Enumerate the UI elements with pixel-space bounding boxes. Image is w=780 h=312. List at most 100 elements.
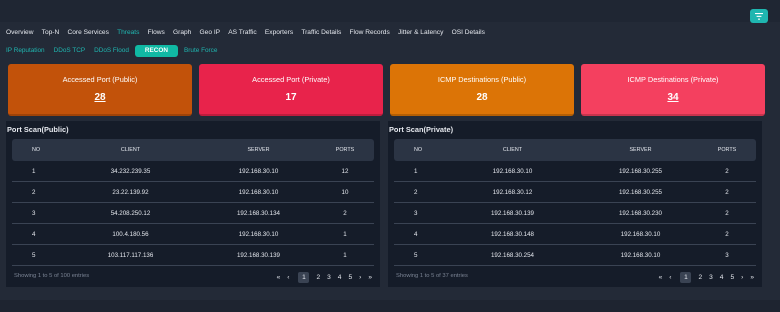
col-client-header[interactable]: CLIENT: [64, 147, 197, 153]
table-row: 3 192.168.30.139 192.168.30.230 2: [394, 203, 756, 224]
col-ports-header[interactable]: PORTS: [702, 147, 752, 153]
cell-ports: 1: [343, 230, 347, 238]
page-5-button[interactable]: 5: [348, 274, 352, 281]
page-3-button[interactable]: 3: [709, 274, 713, 281]
table-row: 2 23.22.139.92 192.168.30.10 10: [12, 182, 374, 203]
cell-server: 192.168.30.255: [618, 167, 662, 175]
card-accessed-port-private: Accessed Port (Private) 17: [199, 64, 383, 116]
cell-no: 2: [414, 188, 418, 196]
page-1-button[interactable]: 1: [298, 272, 310, 283]
cell-server: 192.168.30.10: [238, 167, 279, 175]
tab-core-services[interactable]: Core Services: [67, 29, 108, 36]
col-server-header[interactable]: SERVER: [197, 147, 320, 153]
card-value-link[interactable]: 28: [94, 92, 105, 103]
filter-icon: [755, 12, 763, 20]
col-ports-header[interactable]: PORTS: [320, 147, 370, 153]
tab-top-n[interactable]: Top-N: [42, 29, 60, 36]
tab-jitter-latency[interactable]: Jitter & Latency: [398, 29, 443, 36]
table-row: 5 103.117.117.136 192.168.30.139 1: [12, 245, 374, 266]
cell-client: 54.208.250.12: [110, 209, 151, 217]
cell-no: 4: [414, 230, 418, 238]
page-next-button[interactable]: ›: [741, 274, 743, 281]
card-title: Accessed Port (Private): [252, 75, 330, 84]
card-value-link[interactable]: 34: [667, 92, 678, 103]
cell-ports: 10: [341, 188, 349, 196]
page-first-button[interactable]: «: [659, 274, 663, 281]
cell-server: 192.168.30.230: [618, 209, 662, 217]
page-next-button[interactable]: ›: [359, 274, 361, 281]
page-2-button[interactable]: 2: [698, 274, 702, 281]
page-1-button[interactable]: 1: [680, 272, 692, 283]
pagination: « ‹ 1 2 3 4 5 › »: [652, 272, 754, 283]
cell-server: 192.168.30.10: [238, 230, 279, 238]
cell-ports: 2: [343, 209, 347, 217]
cell-ports: 2: [725, 230, 729, 238]
cell-client: 192.168.30.139: [490, 209, 534, 217]
table-row: 4 192.168.30.148 192.168.30.10 2: [394, 224, 756, 245]
tab-osi-details[interactable]: OSI Details: [452, 29, 485, 36]
port-scan-private-panel: Port Scan(Private) NO CLIENT SERVER PORT…: [388, 121, 762, 287]
tab-graph[interactable]: Graph: [173, 29, 191, 36]
page-footer-strip: [0, 300, 780, 312]
cell-client: 100.4.180.56: [112, 230, 149, 238]
page-5-button[interactable]: 5: [730, 274, 734, 281]
table-header: NO CLIENT SERVER PORTS: [394, 139, 756, 161]
page-prev-button[interactable]: ‹: [669, 274, 671, 281]
col-no-header[interactable]: NO: [394, 147, 446, 153]
cell-no: 3: [414, 209, 418, 217]
cell-no: 4: [32, 230, 36, 238]
col-no-header[interactable]: NO: [12, 147, 64, 153]
subtab-ddos-tcp[interactable]: DDoS TCP: [54, 45, 86, 56]
card-title: Accessed Port (Public): [62, 75, 138, 84]
page-last-button[interactable]: »: [750, 274, 754, 281]
cell-client: 23.22.139.92: [112, 188, 149, 196]
card-value: 28: [476, 92, 488, 103]
card-accessed-port-public: Accessed Port (Public) 28: [8, 64, 192, 116]
tab-flows[interactable]: Flows: [148, 29, 165, 36]
tab-traffic-details[interactable]: Traffic Details: [301, 29, 341, 36]
filter-button[interactable]: [750, 9, 768, 23]
cell-client: 103.117.117.136: [107, 251, 154, 259]
card-title: ICMP Destinations (Public): [437, 75, 527, 84]
subtab-recon[interactable]: RECON: [134, 44, 179, 57]
cell-no: 1: [32, 167, 36, 175]
table-row: 3 54.208.250.12 192.168.30.134 2: [12, 203, 374, 224]
page-2-button[interactable]: 2: [316, 274, 320, 281]
subtab-ip-reputation[interactable]: IP Reputation: [6, 45, 45, 56]
subtab-brute-force[interactable]: Brute Force: [184, 45, 217, 56]
tab-as-traffic[interactable]: AS Traffic: [228, 29, 256, 36]
tab-threats[interactable]: Threats: [117, 29, 139, 36]
cell-server: 192.168.30.134: [236, 209, 280, 217]
tab-geo-ip[interactable]: Geo IP: [200, 29, 221, 36]
tab-overview[interactable]: Overview: [6, 29, 33, 36]
card-value: 17: [285, 92, 297, 103]
threat-sub-nav: IP Reputation DDoS TCP DDoS Flood RECON …: [0, 44, 226, 57]
card-icmp-destinations-private: ICMP Destinations (Private) 34: [581, 64, 765, 116]
page-3-button[interactable]: 3: [327, 274, 331, 281]
cell-server: 192.168.30.10: [620, 230, 661, 238]
cell-ports: 2: [725, 188, 729, 196]
cell-ports: 2: [725, 167, 729, 175]
cell-no: 5: [414, 251, 418, 259]
tab-flow-records[interactable]: Flow Records: [349, 29, 389, 36]
page-last-button[interactable]: »: [368, 274, 372, 281]
cell-no: 5: [32, 251, 36, 259]
page-4-button[interactable]: 4: [720, 274, 724, 281]
page-first-button[interactable]: «: [277, 274, 281, 281]
page-4-button[interactable]: 4: [338, 274, 342, 281]
cell-no: 2: [32, 188, 36, 196]
card-title: ICMP Destinations (Private): [627, 75, 719, 84]
cell-ports: 3: [725, 251, 729, 259]
col-client-header[interactable]: CLIENT: [446, 147, 579, 153]
cell-client: 192.168.30.148: [490, 230, 534, 238]
entries-info: Showing 1 to 5 of 37 entries: [396, 273, 468, 279]
table-row: 1 192.168.30.10 192.168.30.255 2: [394, 161, 756, 182]
page-prev-button[interactable]: ‹: [287, 274, 289, 281]
cell-server: 192.168.30.139: [236, 251, 280, 259]
cell-server: 192.168.30.10: [620, 251, 661, 259]
col-server-header[interactable]: SERVER: [579, 147, 702, 153]
cell-server: 192.168.30.255: [618, 188, 662, 196]
tab-exporters[interactable]: Exporters: [265, 29, 293, 36]
port-scan-public-panel: Port Scan(Public) NO CLIENT SERVER PORTS…: [6, 121, 380, 287]
subtab-ddos-flood[interactable]: DDoS Flood: [94, 45, 129, 56]
